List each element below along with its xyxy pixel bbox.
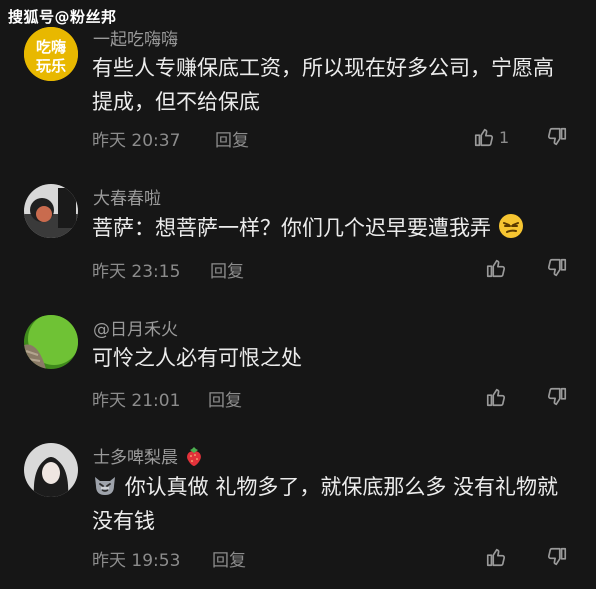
username[interactable]: 一起吃嗨嗨 (93, 25, 178, 50)
username[interactable]: @日月禾火 (93, 315, 178, 340)
avatar[interactable] (24, 315, 78, 369)
like-button[interactable]: 1 (473, 126, 509, 148)
dislike-button[interactable] (546, 126, 568, 148)
watermark: 搜狐号@粉丝邦 (8, 8, 117, 26)
reply-button[interactable]: 回复 (212, 546, 246, 571)
timestamp: 昨天 23:15 (92, 262, 181, 282)
username-text: 士多啤梨晨 (93, 448, 178, 468)
dislike-button[interactable] (546, 257, 568, 279)
reply-button[interactable]: 回复 (215, 126, 249, 151)
like-count: 1 (499, 127, 510, 147)
thumbs-up-icon (485, 386, 507, 408)
timestamp: 昨天 21:01 (92, 391, 181, 411)
thumbs-up-icon (485, 257, 507, 279)
reply-button[interactable]: 回复 (210, 257, 244, 282)
comment-text: 菩萨：想菩萨一样？你们几个迟早要遭我弄 (92, 211, 572, 245)
avatar[interactable] (24, 184, 78, 238)
cat-emoji-icon (92, 472, 118, 498)
thumbs-down-icon (546, 386, 568, 408)
reply-button[interactable]: 回复 (208, 386, 242, 411)
comment-text-content: 菩萨：想菩萨一样？你们几个迟早要遭我弄 (92, 216, 491, 240)
svg-text:吃嗨: 吃嗨 (36, 38, 66, 56)
strawberry-icon (183, 445, 205, 467)
timestamp: 昨天 19:53 (92, 551, 181, 571)
dislike-button[interactable] (546, 386, 568, 408)
username[interactable]: 大春春啦 (93, 184, 161, 209)
smirk-emoji-icon (498, 213, 524, 239)
comment-text-content: 你认真做 礼物多了，就保底那么多 没有礼物就没有钱 (92, 475, 559, 533)
thumbs-down-icon (546, 546, 568, 568)
avatar[interactable]: 吃嗨 玩乐 (24, 27, 78, 81)
like-button[interactable] (485, 546, 507, 568)
avatar[interactable] (24, 443, 78, 497)
like-button[interactable] (485, 386, 507, 408)
comment-text: 可怜之人必有可恨之处 (92, 346, 302, 370)
thumbs-up-icon (473, 126, 495, 148)
comment-text: 有些人专赚保底工资，所以现在好多公司，宁愿高提成，但不给保底 (92, 56, 554, 114)
timestamp: 昨天 20:37 (92, 131, 181, 151)
thumbs-down-icon (546, 257, 568, 279)
dislike-button[interactable] (546, 546, 568, 568)
like-button[interactable] (485, 257, 507, 279)
username[interactable]: 士多啤梨晨 (93, 443, 205, 468)
svg-text:玩乐: 玩乐 (36, 57, 66, 75)
thumbs-up-icon (485, 546, 507, 568)
thumbs-down-icon (546, 126, 568, 148)
comment-text: 你认真做 礼物多了，就保底那么多 没有礼物就没有钱 (92, 470, 572, 538)
